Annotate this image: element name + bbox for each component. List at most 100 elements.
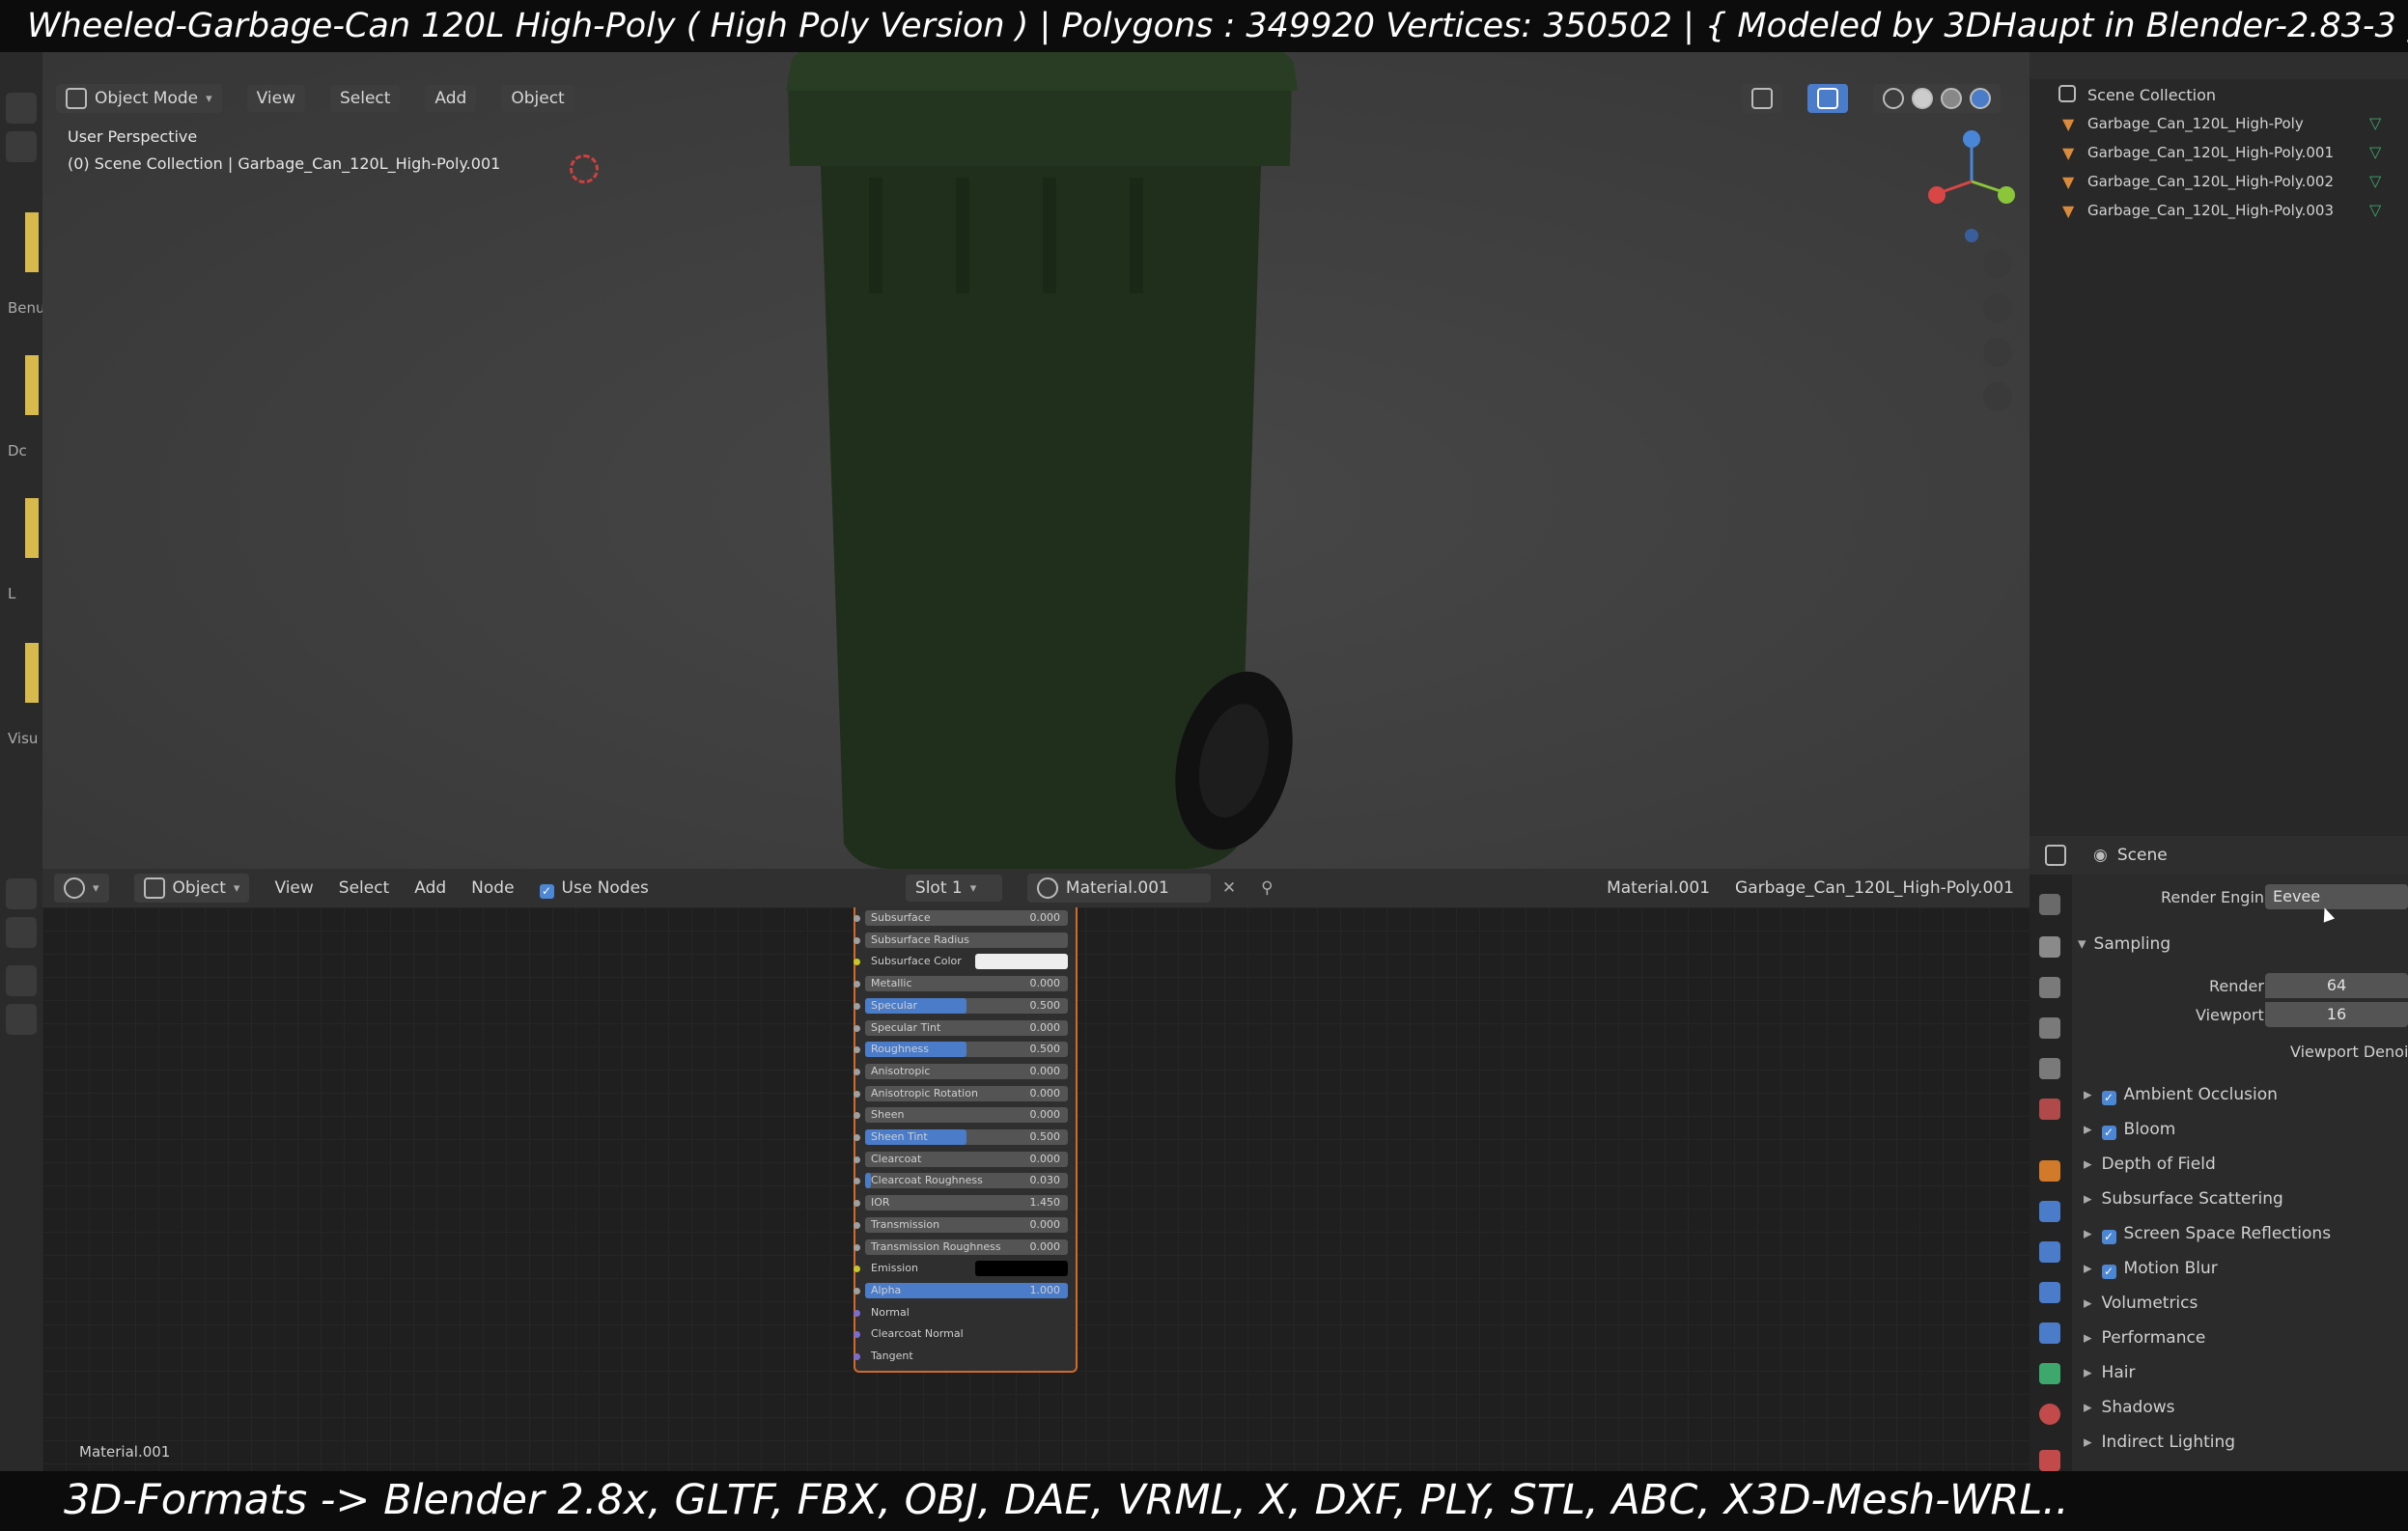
zoom-icon[interactable] bbox=[1983, 249, 2012, 278]
input-socket[interactable] bbox=[854, 1134, 860, 1141]
editor-type-dropdown[interactable]: ▾ bbox=[54, 874, 109, 903]
input-socket[interactable] bbox=[854, 1090, 860, 1098]
data-tab-icon[interactable] bbox=[2039, 1363, 2060, 1384]
input-socket[interactable] bbox=[854, 981, 860, 988]
principled-bsdf-node[interactable]: Subsurface 0.000 Subsurface Radius Subsurfa… bbox=[854, 907, 1078, 1373]
render-tab-icon[interactable] bbox=[2039, 936, 2060, 958]
input-socket[interactable] bbox=[854, 915, 860, 922]
property-panel-header[interactable]: ▸ Subsurface Scattering bbox=[2084, 1189, 2283, 1209]
outliner-item[interactable]: ▼ Garbage_Can_120L_High-Poly.001 ▽ bbox=[2030, 139, 2408, 168]
bsdf-input-row[interactable]: Emission bbox=[854, 1260, 1068, 1277]
outliner-item[interactable]: ▼ Garbage_Can_120L_High-Poly ▽ bbox=[2030, 110, 2408, 139]
menu-node[interactable]: Node bbox=[471, 878, 514, 898]
viewport-denoising-checkbox[interactable]: Viewport Denoisin bbox=[2290, 1043, 2408, 1061]
slot-dropdown[interactable]: Slot 1 ▾ bbox=[905, 875, 1002, 902]
menu-view[interactable]: View bbox=[246, 85, 305, 112]
property-panel-header[interactable]: ▸ ✓ Bloom bbox=[2084, 1120, 2175, 1140]
hand-icon[interactable] bbox=[6, 1004, 37, 1035]
menu-object[interactable]: Object bbox=[501, 85, 574, 112]
grid-view-icon[interactable] bbox=[1983, 382, 2012, 411]
node-editor-canvas[interactable]: Subsurface 0.000 Subsurface Radius Subsurfa… bbox=[42, 907, 2030, 1471]
checkbox-icon[interactable]: ✓ bbox=[2101, 1230, 2116, 1244]
mesh-data-icon[interactable]: ▽ bbox=[2369, 172, 2381, 190]
solid-shading-icon[interactable] bbox=[1912, 88, 1933, 109]
editor-type-icon[interactable] bbox=[6, 878, 37, 909]
input-socket[interactable] bbox=[854, 1178, 860, 1185]
input-socket[interactable] bbox=[854, 1200, 860, 1208]
world-tab-icon[interactable] bbox=[2039, 1099, 2060, 1120]
bsdf-input-row[interactable]: Sheen Tint 0.500 bbox=[854, 1128, 1068, 1146]
constraints-tab-icon[interactable] bbox=[2039, 1322, 2060, 1344]
view-layer-tab-icon[interactable] bbox=[2039, 1017, 2060, 1039]
bsdf-input-row[interactable]: Clearcoat 0.000 bbox=[854, 1151, 1068, 1168]
zoom-icon[interactable] bbox=[6, 965, 37, 996]
input-socket[interactable] bbox=[854, 1112, 860, 1120]
menu-add[interactable]: Add bbox=[425, 85, 477, 112]
color-swatch[interactable] bbox=[975, 1261, 1068, 1277]
3d-viewport[interactable]: Object Mode ▾ View Select Add Object Use… bbox=[42, 52, 2030, 869]
shader-type-dropdown[interactable]: Object ▾ bbox=[133, 874, 250, 903]
bsdf-input-row[interactable]: Anisotropic Rotation 0.000 bbox=[854, 1085, 1068, 1102]
bsdf-input-row[interactable]: Clearcoat Normal bbox=[854, 1325, 1068, 1343]
bsdf-input-row[interactable]: Subsurface Color bbox=[854, 953, 1068, 970]
scene-tab-icon[interactable] bbox=[2039, 1058, 2060, 1079]
garbage-can-model[interactable] bbox=[738, 52, 1317, 869]
input-socket[interactable] bbox=[854, 1155, 860, 1163]
input-socket[interactable] bbox=[854, 1331, 860, 1339]
output-tab-icon[interactable] bbox=[2039, 977, 2060, 998]
overlay-toggle[interactable] bbox=[1742, 84, 1782, 113]
checkbox-icon[interactable]: ✓ bbox=[2101, 1265, 2116, 1279]
shading-group[interactable] bbox=[1873, 84, 2001, 113]
property-panel-header[interactable]: ▸ ✓ Ambient Occlusion bbox=[2084, 1085, 2278, 1105]
bsdf-input-row[interactable]: Anisotropic 0.000 bbox=[854, 1063, 1068, 1080]
use-nodes-checkbox[interactable]: ✓ Use Nodes bbox=[539, 878, 649, 899]
properties-editor-icon[interactable] bbox=[2045, 845, 2066, 866]
mesh-data-icon[interactable]: ▽ bbox=[2369, 143, 2381, 161]
outliner-item[interactable]: ▼ Garbage_Can_120L_High-Poly.002 ▽ bbox=[2030, 168, 2408, 197]
mode-selector[interactable]: Object Mode ▾ bbox=[56, 84, 222, 113]
input-socket[interactable] bbox=[854, 1243, 860, 1251]
gizmo-toggle[interactable] bbox=[1807, 84, 1848, 113]
input-socket[interactable] bbox=[854, 1068, 860, 1075]
physics-tab-icon[interactable] bbox=[2039, 1282, 2060, 1303]
bsdf-input-row[interactable]: Normal bbox=[854, 1304, 1068, 1322]
menu-select[interactable]: Select bbox=[329, 85, 401, 112]
property-panel-header[interactable]: ▸ ✓ Screen Space Reflections bbox=[2084, 1224, 2331, 1244]
bsdf-input-row[interactable]: Specular 0.500 bbox=[854, 997, 1068, 1015]
viewport-samples-field[interactable]: 16 bbox=[2265, 1002, 2408, 1027]
object-tab-icon[interactable] bbox=[2039, 1160, 2060, 1182]
input-socket[interactable] bbox=[854, 1046, 860, 1054]
input-socket[interactable] bbox=[854, 1287, 860, 1294]
rendered-shading-icon[interactable] bbox=[1970, 88, 1991, 109]
menu-select[interactable]: Select bbox=[339, 878, 389, 898]
bsdf-input-row[interactable]: Alpha 1.000 bbox=[854, 1282, 1068, 1299]
input-socket[interactable] bbox=[854, 1353, 860, 1360]
color-swatch[interactable] bbox=[975, 954, 1068, 970]
checkbox-icon[interactable]: ✓ bbox=[2101, 1091, 2116, 1105]
modifier-tab-icon[interactable] bbox=[2039, 1201, 2060, 1222]
navigation-gizmo[interactable] bbox=[1921, 127, 2018, 243]
material-shading-icon[interactable] bbox=[1941, 88, 1962, 109]
outliner-root[interactable]: Scene Collection bbox=[2030, 81, 2408, 110]
close-icon[interactable]: ✕ bbox=[1222, 878, 1236, 898]
bsdf-input-row[interactable]: Transmission 0.000 bbox=[854, 1216, 1068, 1234]
input-socket[interactable] bbox=[854, 1024, 860, 1032]
input-socket[interactable] bbox=[854, 936, 860, 944]
property-panel-header[interactable]: ▸ Performance bbox=[2084, 1328, 2205, 1348]
material-selector[interactable]: Material.001 bbox=[1026, 874, 1211, 903]
bsdf-input-row[interactable]: Subsurface 0.000 bbox=[854, 909, 1068, 927]
3d-cursor-icon[interactable] bbox=[570, 154, 599, 183]
input-socket[interactable] bbox=[854, 1266, 860, 1273]
mesh-data-icon[interactable]: ▽ bbox=[2369, 201, 2381, 219]
wireframe-shading-icon[interactable] bbox=[1883, 88, 1904, 109]
material-tab-icon[interactable] bbox=[2039, 1404, 2060, 1425]
render-engine-dropdown[interactable]: Eevee bbox=[2265, 884, 2408, 909]
bsdf-input-row[interactable]: Roughness 0.500 bbox=[854, 1041, 1068, 1058]
input-socket[interactable] bbox=[854, 1002, 860, 1010]
bsdf-input-row[interactable]: Sheen 0.000 bbox=[854, 1106, 1068, 1124]
bsdf-input-row[interactable]: IOR 1.450 bbox=[854, 1194, 1068, 1211]
property-panel-header[interactable]: ▸ ✓ Motion Blur bbox=[2084, 1259, 2218, 1279]
particles-tab-icon[interactable] bbox=[2039, 1241, 2060, 1263]
tool-icon[interactable] bbox=[6, 93, 37, 124]
search-icon[interactable] bbox=[6, 131, 37, 162]
